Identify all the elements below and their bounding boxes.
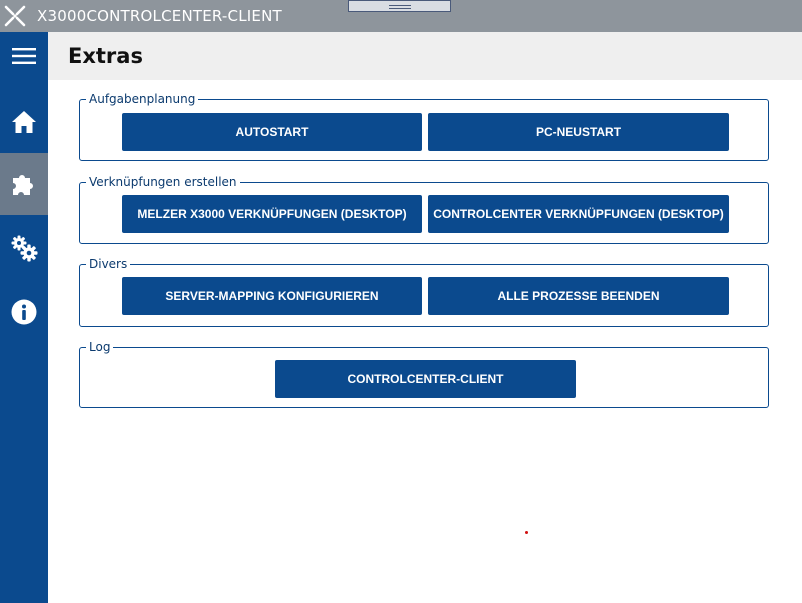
group-aufgabenplanung: Aufgabenplanung AUTOSTART PC-NEUSTART <box>79 92 769 161</box>
server-mapping-button[interactable]: SERVER-MAPPING KONFIGURIEREN <box>122 277 422 315</box>
sidebar-item-extras[interactable] <box>0 153 48 215</box>
menu-toggle-button[interactable] <box>0 32 48 80</box>
home-icon <box>12 111 36 133</box>
settings-icon <box>11 235 38 262</box>
window-drag-handle[interactable] <box>348 0 451 12</box>
sidebar-item-settings[interactable] <box>0 217 48 279</box>
app-title: X3000CONTROLCENTER-CLIENT <box>37 7 282 25</box>
group-label: Aufgabenplanung <box>86 92 199 106</box>
sidebar-item-info[interactable] <box>0 281 48 343</box>
puzzle-icon <box>13 175 33 195</box>
group-label: Log <box>86 340 114 354</box>
group-label: Divers <box>86 257 131 271</box>
melzer-shortcuts-button[interactable]: MELZER X3000 VERKNÜPFUNGEN (DESKTOP) <box>122 195 422 233</box>
info-icon <box>11 299 37 325</box>
group-verknuepfungen: Verknüpfungen erstellen MELZER X3000 VER… <box>79 175 769 244</box>
group-log: Log CONTROLCENTER-CLIENT <box>79 340 769 408</box>
end-all-processes-button[interactable]: ALLE PROZESSE BEENDEN <box>428 277 729 315</box>
app-logo-icon <box>4 5 26 27</box>
autostart-button[interactable]: AUTOSTART <box>122 113 422 151</box>
controlcenter-shortcuts-button[interactable]: CONTROLCENTER VERKNÜPFUNGEN (DESKTOP) <box>428 195 729 233</box>
group-label: Verknüpfungen erstellen <box>86 175 240 189</box>
sidebar <box>0 32 48 603</box>
page-header: Extras <box>48 32 802 80</box>
title-bar: X3000CONTROLCENTER-CLIENT <box>0 0 802 32</box>
sidebar-item-home[interactable] <box>0 91 48 153</box>
controlcenter-client-log-button[interactable]: CONTROLCENTER-CLIENT <box>275 360 576 398</box>
group-divers: Divers SERVER-MAPPING KONFIGURIEREN ALLE… <box>79 257 769 327</box>
page-title: Extras <box>68 44 143 68</box>
cursor-dot <box>525 531 528 534</box>
menu-icon <box>12 48 36 64</box>
pc-neustart-button[interactable]: PC-NEUSTART <box>428 113 729 151</box>
